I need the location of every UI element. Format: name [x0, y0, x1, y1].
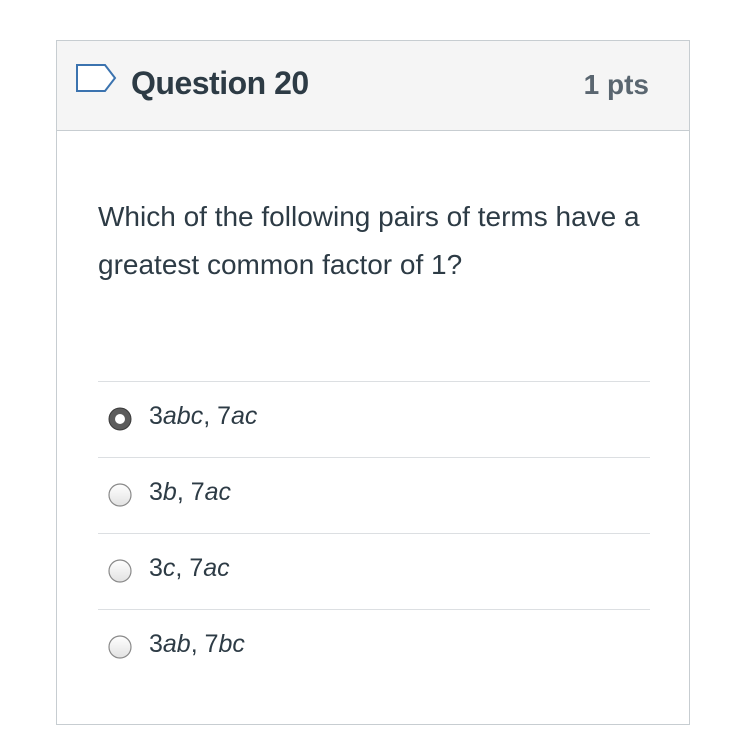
answer-label: 3abc, 7ac	[149, 402, 258, 430]
answer-label: 3b, 7ac	[149, 478, 232, 506]
radio-selected-icon[interactable]	[108, 407, 132, 431]
answer-label: 3c, 7ac	[149, 554, 230, 582]
radio-unselected-icon[interactable]	[108, 559, 132, 583]
answer-option-2[interactable]: 3b, 7ac	[98, 457, 650, 533]
answer-option-1[interactable]: 3abc, 7ac	[98, 381, 650, 457]
question-points: 1 pts	[583, 69, 649, 100]
answer-option-4[interactable]: 3ab, 7bc	[98, 609, 650, 685]
radio-unselected-icon[interactable]	[108, 483, 132, 507]
question-text: Which of the following pairs of terms ha…	[98, 201, 640, 280]
answer-list: 3abc, 7ac 3b, 7ac 3c, 7ac 3ab, 7bc	[98, 381, 650, 685]
answer-option-3[interactable]: 3c, 7ac	[98, 533, 650, 609]
radio-unselected-icon[interactable]	[108, 635, 132, 659]
answer-label: 3ab, 7bc	[149, 630, 245, 658]
question-header: Question 20 1 pts	[57, 41, 689, 131]
question-title: Question 20	[131, 65, 309, 101]
question-card: Question 20 1 pts Which of the following…	[56, 40, 690, 725]
flag-outline-icon[interactable]	[75, 63, 117, 93]
